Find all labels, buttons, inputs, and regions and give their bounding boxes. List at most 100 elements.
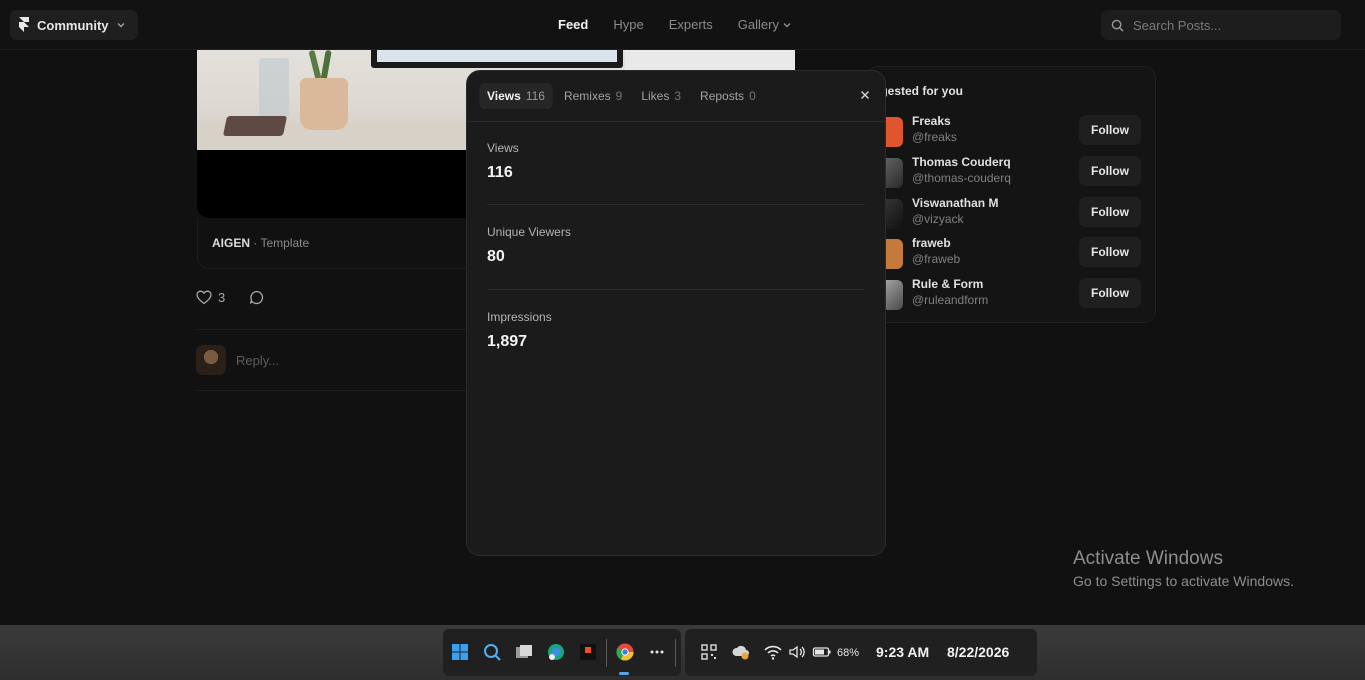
nav-feed[interactable]: Feed: [558, 17, 588, 32]
framer-logo-icon: [19, 17, 29, 32]
more-icon[interactable]: [647, 642, 667, 662]
tab-label: Remixes: [563, 89, 611, 103]
main-nav: Feed Hype Experts Gallery: [558, 17, 817, 32]
like-count: 3: [218, 290, 226, 305]
top-navigation-bar: Community Feed Hype Experts Gallery: [0, 0, 1365, 50]
post-stats-modal: Views 116 Remixes 9 Likes 3 Reposts 0 Vi…: [466, 70, 886, 556]
search-icon[interactable]: [482, 642, 502, 662]
post-meta: AIGEN · Template: [212, 236, 309, 250]
close-icon[interactable]: [859, 89, 871, 101]
follow-button[interactable]: Follow: [1079, 156, 1141, 186]
post-actions: 3: [196, 290, 264, 305]
suggested-title: ggested for you: [873, 84, 964, 98]
clock-date[interactable]: 8/22/2026: [947, 644, 1009, 660]
reply-placeholder[interactable]: Reply...: [236, 353, 279, 368]
tab-label: Likes: [641, 89, 670, 103]
system-tray: 68% 9:23 AM 8/22/2026: [685, 629, 1037, 676]
comment-icon[interactable]: [249, 290, 264, 305]
search-input[interactable]: [1133, 17, 1323, 33]
reply-composer[interactable]: Reply...: [196, 345, 279, 375]
taskbar-apps: [443, 629, 681, 676]
search-box[interactable]: [1101, 10, 1341, 40]
task-view-icon[interactable]: [514, 642, 534, 662]
clock-time[interactable]: 9:23 AM: [876, 644, 929, 660]
battery-percentage: 68%: [837, 647, 860, 659]
follow-button[interactable]: Follow: [1079, 278, 1141, 308]
suggested-user: Freaks @freaks Follow: [867, 113, 1155, 151]
chevron-down-icon: [117, 23, 124, 28]
user-handle: @thomas-couderq: [912, 171, 1011, 185]
tab-label: Views: [487, 89, 521, 103]
post-author[interactable]: AIGEN: [212, 236, 250, 250]
avatar: [196, 345, 226, 375]
tab-count: 116: [525, 89, 545, 103]
activate-windows-watermark: Activate Windows Go to Settings to activ…: [1073, 548, 1294, 589]
user-name[interactable]: Freaks: [912, 114, 951, 128]
suggested-user: Viswanathan M @vizyack Follow: [867, 195, 1155, 233]
tab-remixes[interactable]: Remixes 9: [556, 83, 630, 109]
suggested-user: fraweb @fraweb Follow: [867, 235, 1155, 273]
user-name[interactable]: Thomas Couderq: [912, 155, 1011, 169]
stat-impressions: Impressions 1,897: [487, 310, 865, 351]
tab-count: 9: [615, 89, 623, 103]
divider: [487, 204, 865, 205]
tab-views[interactable]: Views 116: [479, 83, 553, 109]
nav-gallery[interactable]: Gallery: [738, 17, 792, 32]
meta-separator: ·: [253, 236, 258, 250]
community-label: Community: [37, 17, 109, 33]
stat-label: Views: [487, 141, 519, 155]
user-handle: @fraweb: [912, 252, 961, 266]
volume-icon[interactable]: [787, 642, 807, 662]
tab-reposts[interactable]: Reposts 0: [692, 83, 764, 109]
taskbar-separator: [606, 639, 607, 667]
plant-leaf: [308, 50, 322, 81]
user-handle: @ruleandform: [912, 293, 989, 307]
notebook: [222, 116, 288, 136]
chrome-icon[interactable]: [615, 642, 635, 662]
follow-button[interactable]: Follow: [1079, 237, 1141, 267]
search-icon: [1111, 19, 1124, 32]
nav-gallery-label: Gallery: [737, 17, 779, 32]
watermark-subtitle: Go to Settings to activate Windows.: [1073, 573, 1294, 589]
user-name[interactable]: fraweb: [912, 236, 951, 250]
monitor-screen-shape: [377, 50, 617, 62]
pencil-jar: [259, 58, 289, 118]
windows-taskbar: 68% 9:23 AM 8/22/2026: [0, 625, 1365, 680]
stat-value: 1,897: [487, 333, 528, 350]
battery-icon[interactable]: [812, 642, 832, 662]
heart-icon[interactable]: [196, 290, 212, 305]
plant-pot: [300, 78, 348, 130]
follow-button[interactable]: Follow: [1079, 197, 1141, 227]
chevron-down-icon: [783, 22, 791, 27]
taskbar-separator: [675, 639, 676, 667]
divider: [487, 289, 865, 290]
post-type: Template: [260, 236, 310, 250]
edge-icon[interactable]: [546, 642, 566, 662]
follow-button[interactable]: Follow: [1079, 115, 1141, 145]
stat-value: 116: [487, 164, 513, 181]
user-handle: @vizyack: [912, 212, 964, 226]
stat-unique-viewers: Unique Viewers 80: [487, 225, 865, 266]
suggested-user: Rule & Form @ruleandform Follow: [867, 276, 1155, 314]
nav-hype[interactable]: Hype: [613, 17, 643, 32]
windows-start-icon[interactable]: [450, 642, 470, 662]
community-switcher[interactable]: Community: [10, 10, 138, 40]
stat-views: Views 116: [487, 141, 865, 182]
nav-experts[interactable]: Experts: [669, 17, 713, 32]
stat-value: 80: [487, 248, 505, 265]
tab-label: Reposts: [700, 89, 745, 103]
wifi-icon[interactable]: [763, 642, 783, 662]
tab-count: 3: [674, 89, 682, 103]
tab-likes[interactable]: Likes 3: [633, 83, 689, 109]
stat-label: Impressions: [487, 310, 552, 324]
user-name[interactable]: Rule & Form: [912, 277, 983, 291]
user-name[interactable]: Viswanathan M: [912, 196, 998, 210]
qr-code-icon[interactable]: [699, 642, 719, 662]
divider: [467, 121, 885, 122]
onedrive-warning-icon[interactable]: [731, 642, 751, 662]
figma-app-icon[interactable]: [578, 642, 598, 662]
tab-count: 0: [749, 89, 756, 103]
suggested-panel: ggested for you Freaks @freaks Follow Th…: [866, 66, 1156, 323]
active-app-indicator: [619, 672, 629, 675]
watermark-title: Activate Windows: [1073, 548, 1223, 569]
